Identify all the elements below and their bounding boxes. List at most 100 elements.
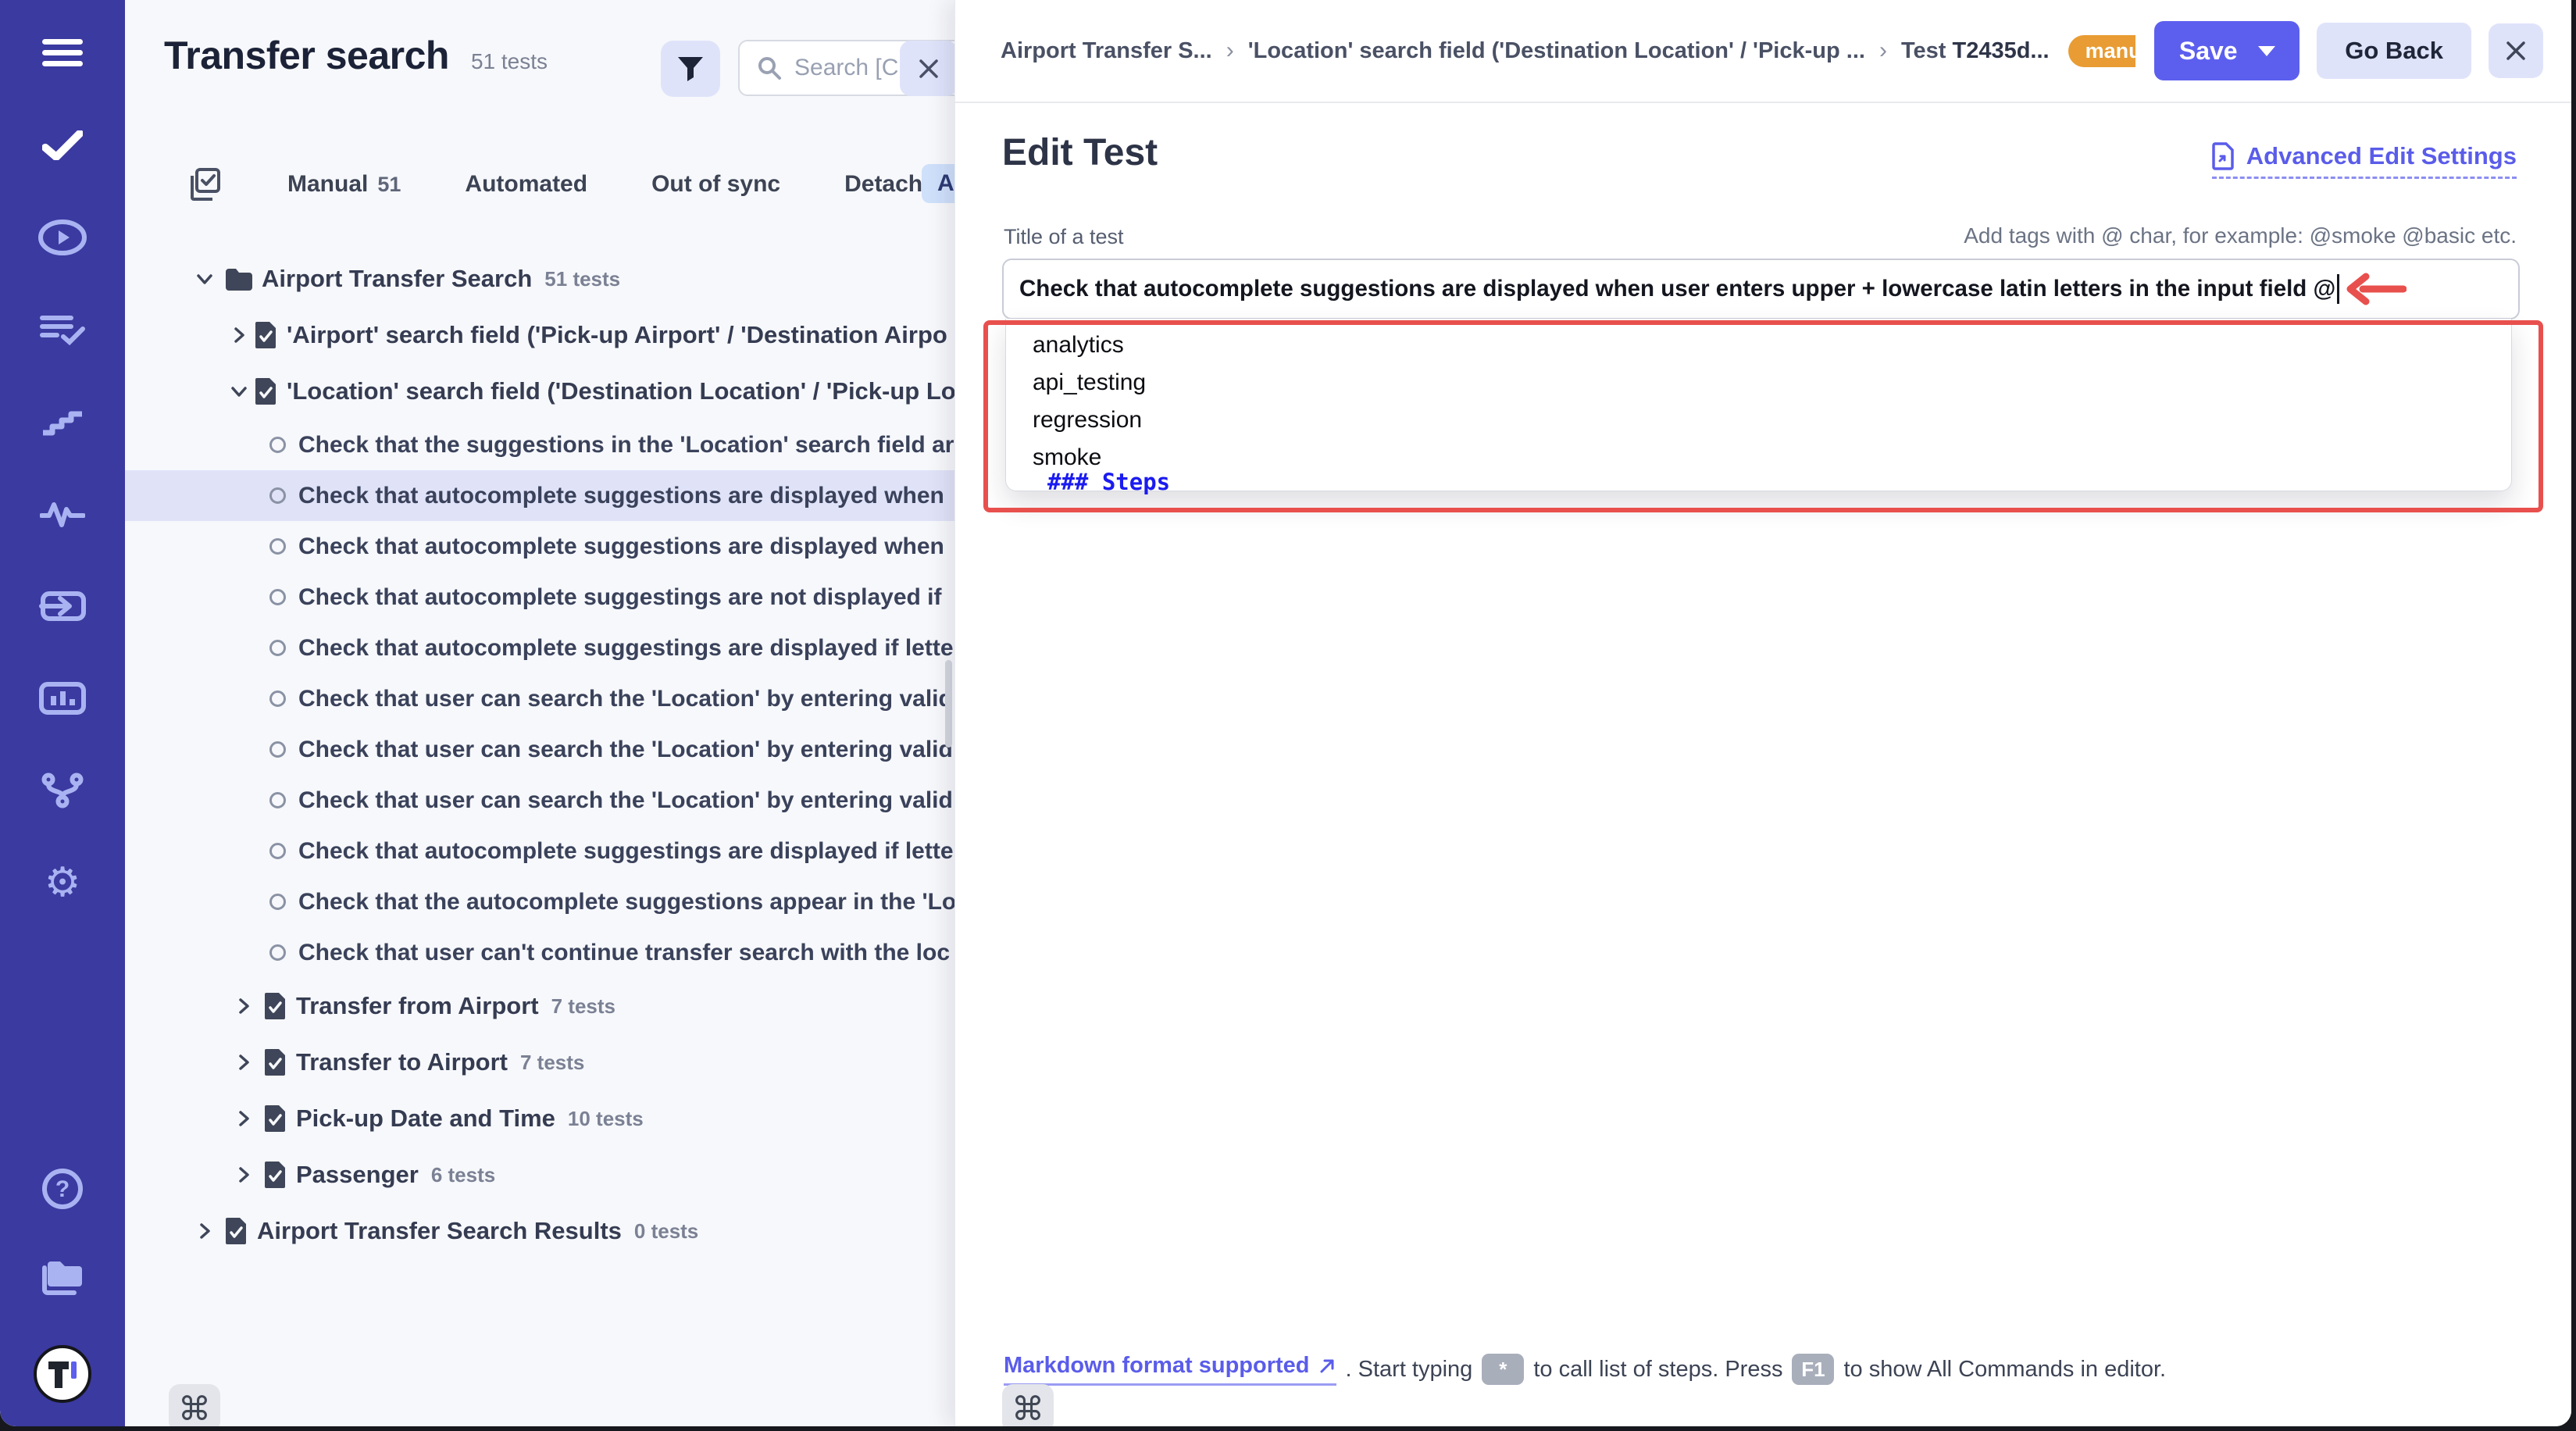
- advanced-edit-settings-link[interactable]: Advanced Edit Settings: [2212, 142, 2517, 179]
- filter-button[interactable]: [661, 41, 720, 97]
- tree-item[interactable]: Check that user can't continue transfer …: [125, 927, 954, 978]
- tab-out-of-sync[interactable]: Out of sync: [651, 171, 780, 198]
- suite-doc-icon: [263, 1104, 287, 1133]
- tree-item[interactable]: Check that user can search the 'Location…: [125, 724, 954, 775]
- tree-item-label: Transfer from Airport: [296, 992, 539, 1020]
- tag-option-smoke[interactable]: smoke: [1006, 439, 2511, 476]
- edit-test-heading: Edit Test: [1002, 131, 1158, 174]
- tag-option-regression[interactable]: regression: [1006, 401, 2511, 439]
- breadcrumb-item-suite[interactable]: 'Location' search field ('Destination Lo…: [1248, 38, 1865, 64]
- tree-item[interactable]: Check that the autocomplete suggestions …: [125, 876, 954, 927]
- tab-aut-pill[interactable]: Aut: [922, 164, 954, 203]
- tree-item[interactable]: Airport Transfer Search 51 tests: [125, 251, 954, 307]
- advanced-settings-icon: [2212, 142, 2235, 170]
- tree-item[interactable]: Passenger 6 tests: [125, 1147, 954, 1203]
- list-check-icon[interactable]: [34, 311, 91, 348]
- tree-item-label: Check that autocomplete suggestions are …: [298, 483, 944, 509]
- test-tree: Airport Transfer Search 51 tests 'Airpo: [125, 251, 954, 1259]
- steps-icon[interactable]: [34, 403, 91, 441]
- gear-icon[interactable]: ⚙: [34, 864, 91, 901]
- close-panel-button[interactable]: [2489, 23, 2543, 78]
- save-dropdown-caret-icon[interactable]: [2258, 46, 2275, 56]
- editor-steps-markdown[interactable]: ### Steps: [1047, 469, 1170, 495]
- breadcrumb-item-test[interactable]: Test T2435d...: [1901, 38, 2050, 64]
- close-icon: [917, 57, 940, 80]
- command-key-badge[interactable]: ⌘: [1002, 1384, 1054, 1426]
- tree-item[interactable]: 'Location' search field ('Destination Lo…: [125, 363, 954, 419]
- tree-item-label: 'Location' search field ('Destination Lo…: [287, 377, 954, 405]
- test-status-icon: [269, 843, 286, 859]
- folders-icon[interactable]: [34, 1258, 91, 1295]
- help-icon[interactable]: ?: [34, 1170, 91, 1208]
- suite-doc-icon: [254, 320, 277, 350]
- tree-item[interactable]: Check that autocomplete suggestings are …: [125, 623, 954, 673]
- markdown-supported-link[interactable]: Markdown format supported: [1004, 1353, 1336, 1386]
- bar-chart-icon[interactable]: [34, 680, 91, 717]
- tree-item-label: Check that autocomplete suggestings are …: [298, 584, 942, 611]
- command-key-badge[interactable]: ⌘: [169, 1384, 220, 1426]
- tree-item-label: Check that user can't continue transfer …: [298, 940, 950, 966]
- editor-footer-hint: Markdown format supported . Start typing…: [1004, 1353, 2166, 1386]
- tree-item[interactable]: Airport Transfer Search Results 0 tests: [125, 1203, 954, 1259]
- chevron-icon[interactable]: [230, 997, 257, 1015]
- sign-in-icon[interactable]: [34, 587, 91, 625]
- tree-item[interactable]: 'Airport' search field ('Pick-up Airport…: [125, 307, 954, 363]
- external-link-icon: [1318, 1357, 1336, 1376]
- chevron-icon[interactable]: [230, 383, 248, 400]
- test-title-input[interactable]: Check that autocomplete suggestions are …: [1002, 259, 2520, 319]
- tree-item[interactable]: Transfer to Airport 7 tests: [125, 1034, 954, 1090]
- tree-item-label: Check that user can search the 'Location…: [298, 787, 953, 814]
- tree-item[interactable]: Check that autocomplete suggestings are …: [125, 572, 954, 623]
- chevron-icon[interactable]: [230, 1166, 257, 1183]
- tree-item-label: Transfer to Airport: [296, 1048, 508, 1076]
- topbar-actions: Save Go Back: [2154, 21, 2543, 80]
- tree-item[interactable]: Check that autocomplete suggestings are …: [125, 826, 954, 876]
- test-status-icon: [269, 691, 286, 707]
- tag-option-analytics[interactable]: analytics: [1006, 327, 2511, 364]
- tree-item[interactable]: Check that autocomplete suggestions are …: [125, 470, 954, 521]
- tab-automated[interactable]: Automated: [465, 171, 587, 198]
- tree-item[interactable]: Check that user can search the 'Location…: [125, 673, 954, 724]
- tree-item-count: 0 tests: [634, 1219, 698, 1244]
- test-title-value: Check that autocomplete suggestions are …: [1019, 276, 2335, 302]
- sidebar: ⚙ ?: [0, 0, 125, 1426]
- tag-suggestions-dropdown: analytics api_testing regression smoke: [1005, 319, 2512, 491]
- page-title: Transfer search: [164, 33, 449, 78]
- tests-check-icon[interactable]: [34, 127, 91, 164]
- menu-icon[interactable]: [34, 34, 91, 72]
- annotation-arrow-icon: [2346, 272, 2407, 306]
- tree-item[interactable]: Check that autocomplete suggestions are …: [125, 521, 954, 572]
- test-id: T2435d...: [1952, 38, 2049, 63]
- bulk-select-icon[interactable]: [184, 166, 223, 203]
- tab-manual[interactable]: Manual51: [287, 171, 401, 198]
- chevron-icon[interactable]: [191, 1222, 218, 1240]
- save-button[interactable]: Save: [2154, 21, 2299, 80]
- tests-total-count: 51 tests: [471, 49, 548, 74]
- branch-icon[interactable]: [34, 772, 91, 809]
- pulse-icon[interactable]: [34, 495, 91, 533]
- chevron-icon[interactable]: [191, 270, 218, 287]
- tree-item[interactable]: Check that user can search the 'Location…: [125, 775, 954, 826]
- test-status-icon: [269, 589, 286, 605]
- tree-item[interactable]: Check that the suggestions in the 'Locat…: [125, 419, 954, 470]
- breadcrumb-item-project[interactable]: Airport Transfer S...: [1001, 38, 1212, 64]
- chevron-icon[interactable]: [230, 1054, 257, 1071]
- tag-option-api-testing[interactable]: api_testing: [1006, 364, 2511, 401]
- chevron-icon[interactable]: [230, 327, 248, 344]
- tags-hint: Add tags with @ char, for example: @smok…: [1964, 223, 2517, 248]
- suite-doc-icon: [254, 376, 277, 406]
- tree-item[interactable]: Transfer from Airport 7 tests: [125, 978, 954, 1034]
- tree-item-label: Check that the suggestions in the 'Locat…: [298, 432, 954, 459]
- tree-scrollbar[interactable]: [945, 660, 952, 748]
- tree-item-count: 7 tests: [520, 1051, 584, 1075]
- test-status-icon: [269, 538, 286, 555]
- avatar[interactable]: [34, 1345, 91, 1403]
- tree-item-label: Pick-up Date and Time: [296, 1104, 555, 1133]
- tree-item-label: Passenger: [296, 1161, 419, 1189]
- chevron-icon[interactable]: [230, 1110, 257, 1127]
- clear-search-button[interactable]: [900, 41, 954, 96]
- play-circle-icon[interactable]: [34, 219, 91, 256]
- go-back-button[interactable]: Go Back: [2317, 23, 2471, 79]
- tree-item[interactable]: Pick-up Date and Time 10 tests: [125, 1090, 954, 1147]
- app-window: ⚙ ? Transfer search 51 tests: [0, 0, 2571, 1426]
